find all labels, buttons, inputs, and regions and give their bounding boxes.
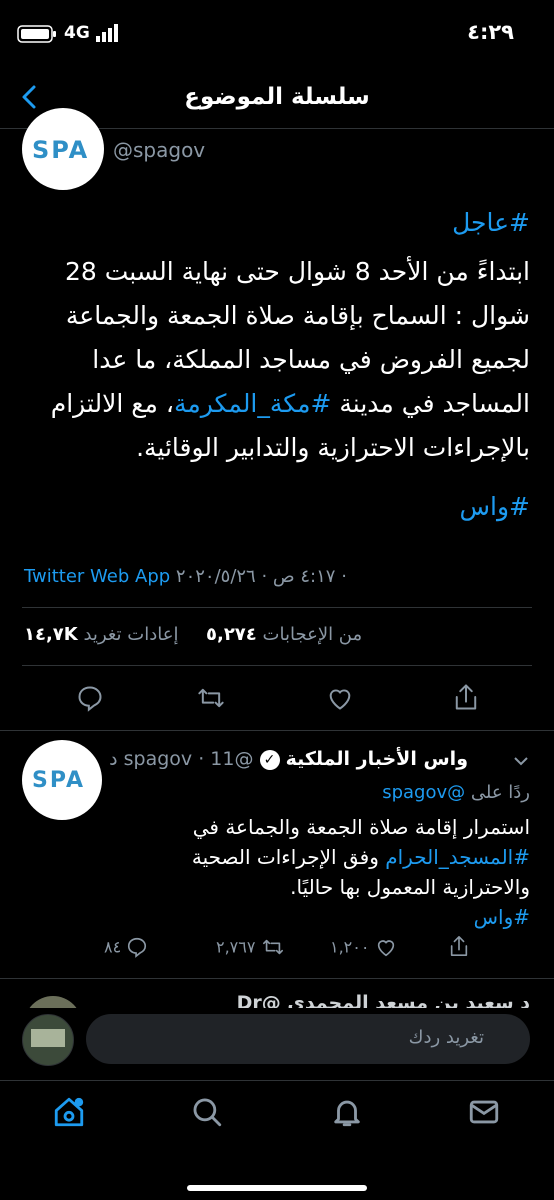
signal-icon bbox=[96, 24, 120, 42]
retweet-button[interactable] bbox=[196, 684, 226, 712]
tab-notifications[interactable] bbox=[330, 1095, 364, 1129]
reply-icon bbox=[128, 937, 147, 958]
hashtag-breaking[interactable]: #عاجل bbox=[452, 208, 530, 237]
divider bbox=[22, 607, 532, 608]
hashtag-was[interactable]: #واس bbox=[460, 492, 530, 521]
tab-search[interactable] bbox=[190, 1095, 224, 1129]
tweet-body: ابتداءً من الأحد 8 شوال حتى نهاية السبت … bbox=[20, 250, 530, 470]
reply-line: #المسجد_الحرام وفق الإجراءات الصحية bbox=[110, 842, 530, 872]
tweet-actions bbox=[0, 680, 554, 720]
reply-reply-button[interactable]: ٨٤ bbox=[104, 936, 148, 958]
reply-icon bbox=[78, 686, 102, 712]
home-icon bbox=[54, 1097, 84, 1127]
tweet-line: شوال : السماح بإقامة صلاة الجمعة والجماع… bbox=[65, 301, 530, 330]
replying-to: ردًا على @spagov bbox=[382, 782, 530, 803]
tweet-line: لجميع الفروض في مساجد المملكة، ما عدا bbox=[92, 345, 530, 374]
verified-icon: ✓ bbox=[259, 749, 280, 770]
compose-placeholder: تغريد ردك bbox=[408, 1027, 484, 1048]
retweet-icon bbox=[198, 688, 224, 708]
retweets-label: إعادات تغريد bbox=[83, 624, 179, 645]
tweet-source[interactable]: Twitter Web App bbox=[24, 566, 170, 587]
chevron-down-icon bbox=[514, 757, 528, 766]
hashtag-haram[interactable]: #المسجد_الحرام bbox=[385, 845, 530, 869]
reply-caret-button[interactable] bbox=[512, 752, 530, 770]
tweet-timestamp: ٤:١٧ ص · ٢٠٢٠/٥/٢٦ · bbox=[175, 566, 347, 587]
avatar[interactable]: SPA bbox=[22, 108, 104, 190]
heart-icon bbox=[329, 689, 351, 710]
battery-icon bbox=[17, 25, 57, 43]
retweet-icon bbox=[262, 939, 283, 955]
next-tweet-clip: د سعيد بن مسعد المحمدي @Dr bbox=[110, 990, 530, 1008]
tweet-stats: ١٤,٧K إعادات تغريد من الإعجابات ٥,٢٧٤ bbox=[0, 624, 554, 654]
reply-line: والاحترازية المعمول بها حاليًا. bbox=[290, 875, 530, 899]
tab-bar bbox=[0, 1081, 554, 1200]
reply-line: استمرار إقامة صلاة الجمعة والجماعة في bbox=[192, 815, 530, 839]
retweets-count: ١٤,٧K bbox=[24, 624, 78, 645]
tab-messages[interactable] bbox=[466, 1095, 502, 1129]
like-button[interactable] bbox=[326, 684, 354, 712]
reply-share-button[interactable] bbox=[448, 934, 470, 958]
tweet-line: المساجد في مدينة #مكة_المكرمة، مع الالتز… bbox=[20, 382, 530, 426]
divider bbox=[0, 978, 554, 979]
search-icon bbox=[193, 1098, 222, 1127]
home-indicator bbox=[187, 1185, 367, 1191]
next-tweet-header: د سعيد بن مسعد المحمدي @Dr bbox=[236, 992, 530, 1008]
compose-avatar[interactable] bbox=[22, 1014, 74, 1066]
avatar-image bbox=[31, 1029, 65, 1047]
likes-stat[interactable]: من الإعجابات ٥,٢٧٤ bbox=[206, 624, 362, 645]
divider bbox=[22, 665, 532, 666]
reply-actions: ٨٤ ٢,٧٦٧ ١,٢٠٠ bbox=[0, 936, 554, 966]
tweet-line: ابتداءً من الأحد 8 شوال حتى نهاية السبت … bbox=[64, 257, 530, 286]
reply-text: وفق الإجراءات الصحية bbox=[191, 845, 386, 869]
likes-label: من الإعجابات bbox=[262, 624, 363, 645]
tweet-handle[interactable]: @spagov bbox=[113, 138, 205, 162]
compose-input[interactable]: تغريد ردك bbox=[86, 1014, 530, 1064]
replying-to-handle[interactable]: @spagov bbox=[382, 782, 465, 803]
reply-header: واس الأخبار الملكية ✓ @spagov · 11 د bbox=[28, 748, 468, 778]
share-icon bbox=[455, 684, 477, 710]
page-title: سلسلة الموضوع bbox=[184, 84, 370, 110]
reply-separator: · bbox=[198, 748, 205, 770]
reply-like-button[interactable]: ١,٢٠٠ bbox=[330, 936, 397, 958]
status-time: ٤:٢٩ bbox=[467, 20, 514, 44]
envelope-icon bbox=[469, 1100, 499, 1124]
network-label: 4G bbox=[64, 23, 90, 43]
compose-bar: تغريد ردك bbox=[0, 1008, 554, 1070]
avatar-logo: SPA bbox=[32, 136, 90, 164]
share-icon bbox=[450, 936, 468, 956]
divider bbox=[0, 730, 554, 731]
hashtag-makkah[interactable]: #مكة_المكرمة bbox=[174, 389, 331, 418]
hashtag-was[interactable]: #واس bbox=[110, 902, 530, 932]
tweet-meta: Twitter Web App ٤:١٧ ص · ٢٠٢٠/٥/٢٦ · bbox=[24, 566, 347, 587]
tab-home[interactable] bbox=[52, 1095, 86, 1129]
heart-icon bbox=[377, 940, 394, 957]
status-bar: 4G ٤:٢٩ bbox=[0, 0, 554, 70]
share-button[interactable] bbox=[452, 682, 480, 712]
bell-icon bbox=[334, 1100, 360, 1127]
likes-count: ٥,٢٧٤ bbox=[206, 624, 257, 645]
tweet-text: المساجد في مدينة bbox=[331, 389, 530, 418]
like-count: ١,٢٠٠ bbox=[330, 937, 370, 957]
retweet-count: ٢,٧٦٧ bbox=[216, 937, 256, 957]
tweet-text: ، مع الالتزام bbox=[50, 389, 174, 418]
reply-retweet-button[interactable]: ٢,٧٦٧ bbox=[216, 936, 285, 958]
reply-button[interactable] bbox=[76, 684, 104, 712]
replying-to-label: ردًا على bbox=[470, 782, 530, 803]
reply-handle[interactable]: @spagov bbox=[124, 748, 254, 770]
retweets-stat[interactable]: ١٤,٧K إعادات تغريد bbox=[24, 624, 178, 645]
reply-body: استمرار إقامة صلاة الجمعة والجماعة في #ا… bbox=[110, 812, 530, 932]
reply-display-name[interactable]: واس الأخبار الملكية bbox=[286, 748, 468, 770]
tweet-line: بالإجراءات الاحترازية والتدابير الوقائية… bbox=[136, 433, 530, 462]
reply-count: ٨٤ bbox=[104, 937, 122, 957]
